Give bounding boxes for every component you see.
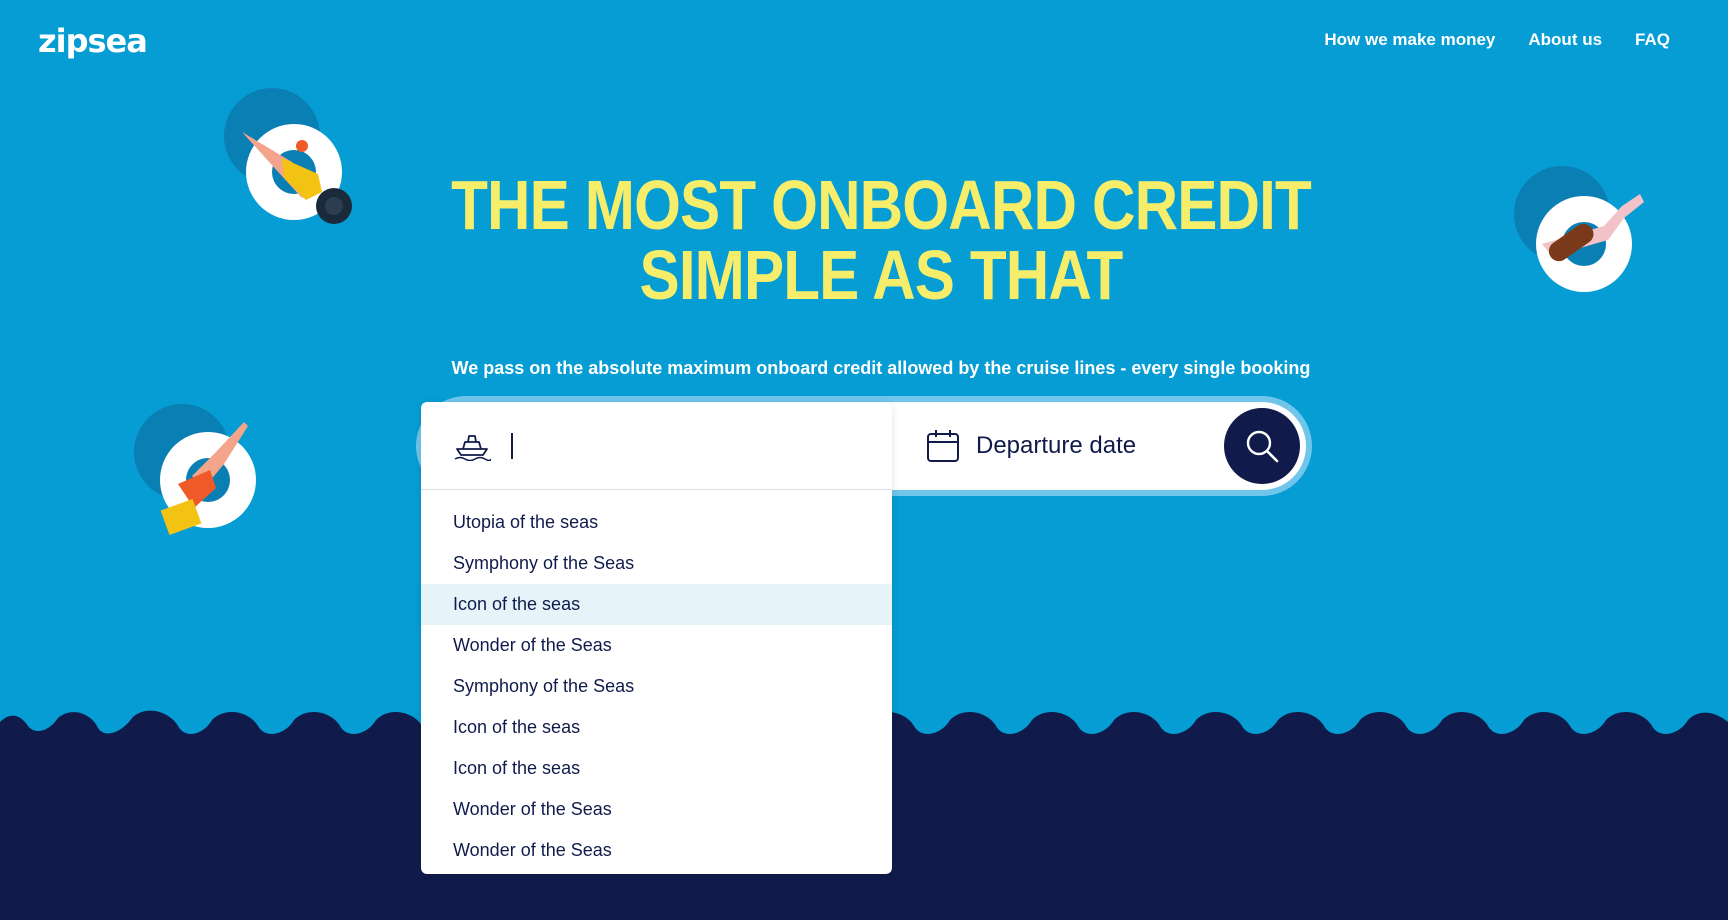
ship-input-row — [421, 402, 892, 490]
nav-link-how-we-make-money[interactable]: How we make money — [1324, 30, 1495, 50]
headline-line-2: SIMPLE AS THAT — [639, 236, 1124, 314]
ship-suggestion-item[interactable]: Wonder of the Seas — [421, 789, 892, 830]
hero-headline: THE MOST ONBOARD CREDIT SIMPLE AS THAT — [123, 170, 1638, 310]
ship-suggestion-item[interactable]: Wonder of the Seas — [421, 830, 892, 871]
top-nav: How we make money About us FAQ — [1324, 30, 1670, 50]
ship-suggestion-item[interactable]: Wonder of the Seas — [421, 625, 892, 666]
calendar-icon — [927, 430, 959, 462]
ship-search-dropdown: Utopia of the seas Symphony of the Seas … — [421, 402, 892, 874]
ship-icon — [454, 434, 491, 461]
ship-suggestion-item[interactable]: Icon of the seas — [421, 748, 892, 789]
ship-suggestion-item[interactable]: Symphony of the Seas — [421, 543, 892, 584]
hero-subtitle: We pass on the absolute maximum onboard … — [451, 358, 1311, 378]
headline-line-1: THE MOST ONBOARD CREDIT — [451, 166, 1312, 244]
ship-suggestion-item[interactable]: Icon of the seas — [421, 707, 892, 748]
hero-section: zipsea How we make money About us FAQ TH… — [0, 0, 1728, 920]
nav-link-faq[interactable]: FAQ — [1635, 30, 1670, 50]
search-button[interactable] — [1224, 408, 1300, 484]
zipsea-logo[interactable]: zipsea — [38, 22, 148, 60]
ship-suggestion-item[interactable]: Symphony of the Seas — [421, 666, 892, 707]
text-cursor — [511, 432, 513, 459]
departure-date-field[interactable]: Departure date — [926, 402, 1136, 490]
departure-date-label: Departure date — [976, 432, 1137, 459]
search-icon — [1246, 430, 1279, 463]
ship-suggestion-item-highlighted[interactable]: Icon of the seas — [421, 584, 892, 625]
person-on-float-illustration — [134, 404, 256, 536]
ship-suggestion-list: Utopia of the seas Symphony of the Seas … — [421, 490, 892, 871]
ship-search-input[interactable] — [517, 431, 857, 460]
nav-link-about-us[interactable]: About us — [1528, 30, 1602, 50]
ship-suggestion-item[interactable]: Utopia of the seas — [421, 502, 892, 543]
